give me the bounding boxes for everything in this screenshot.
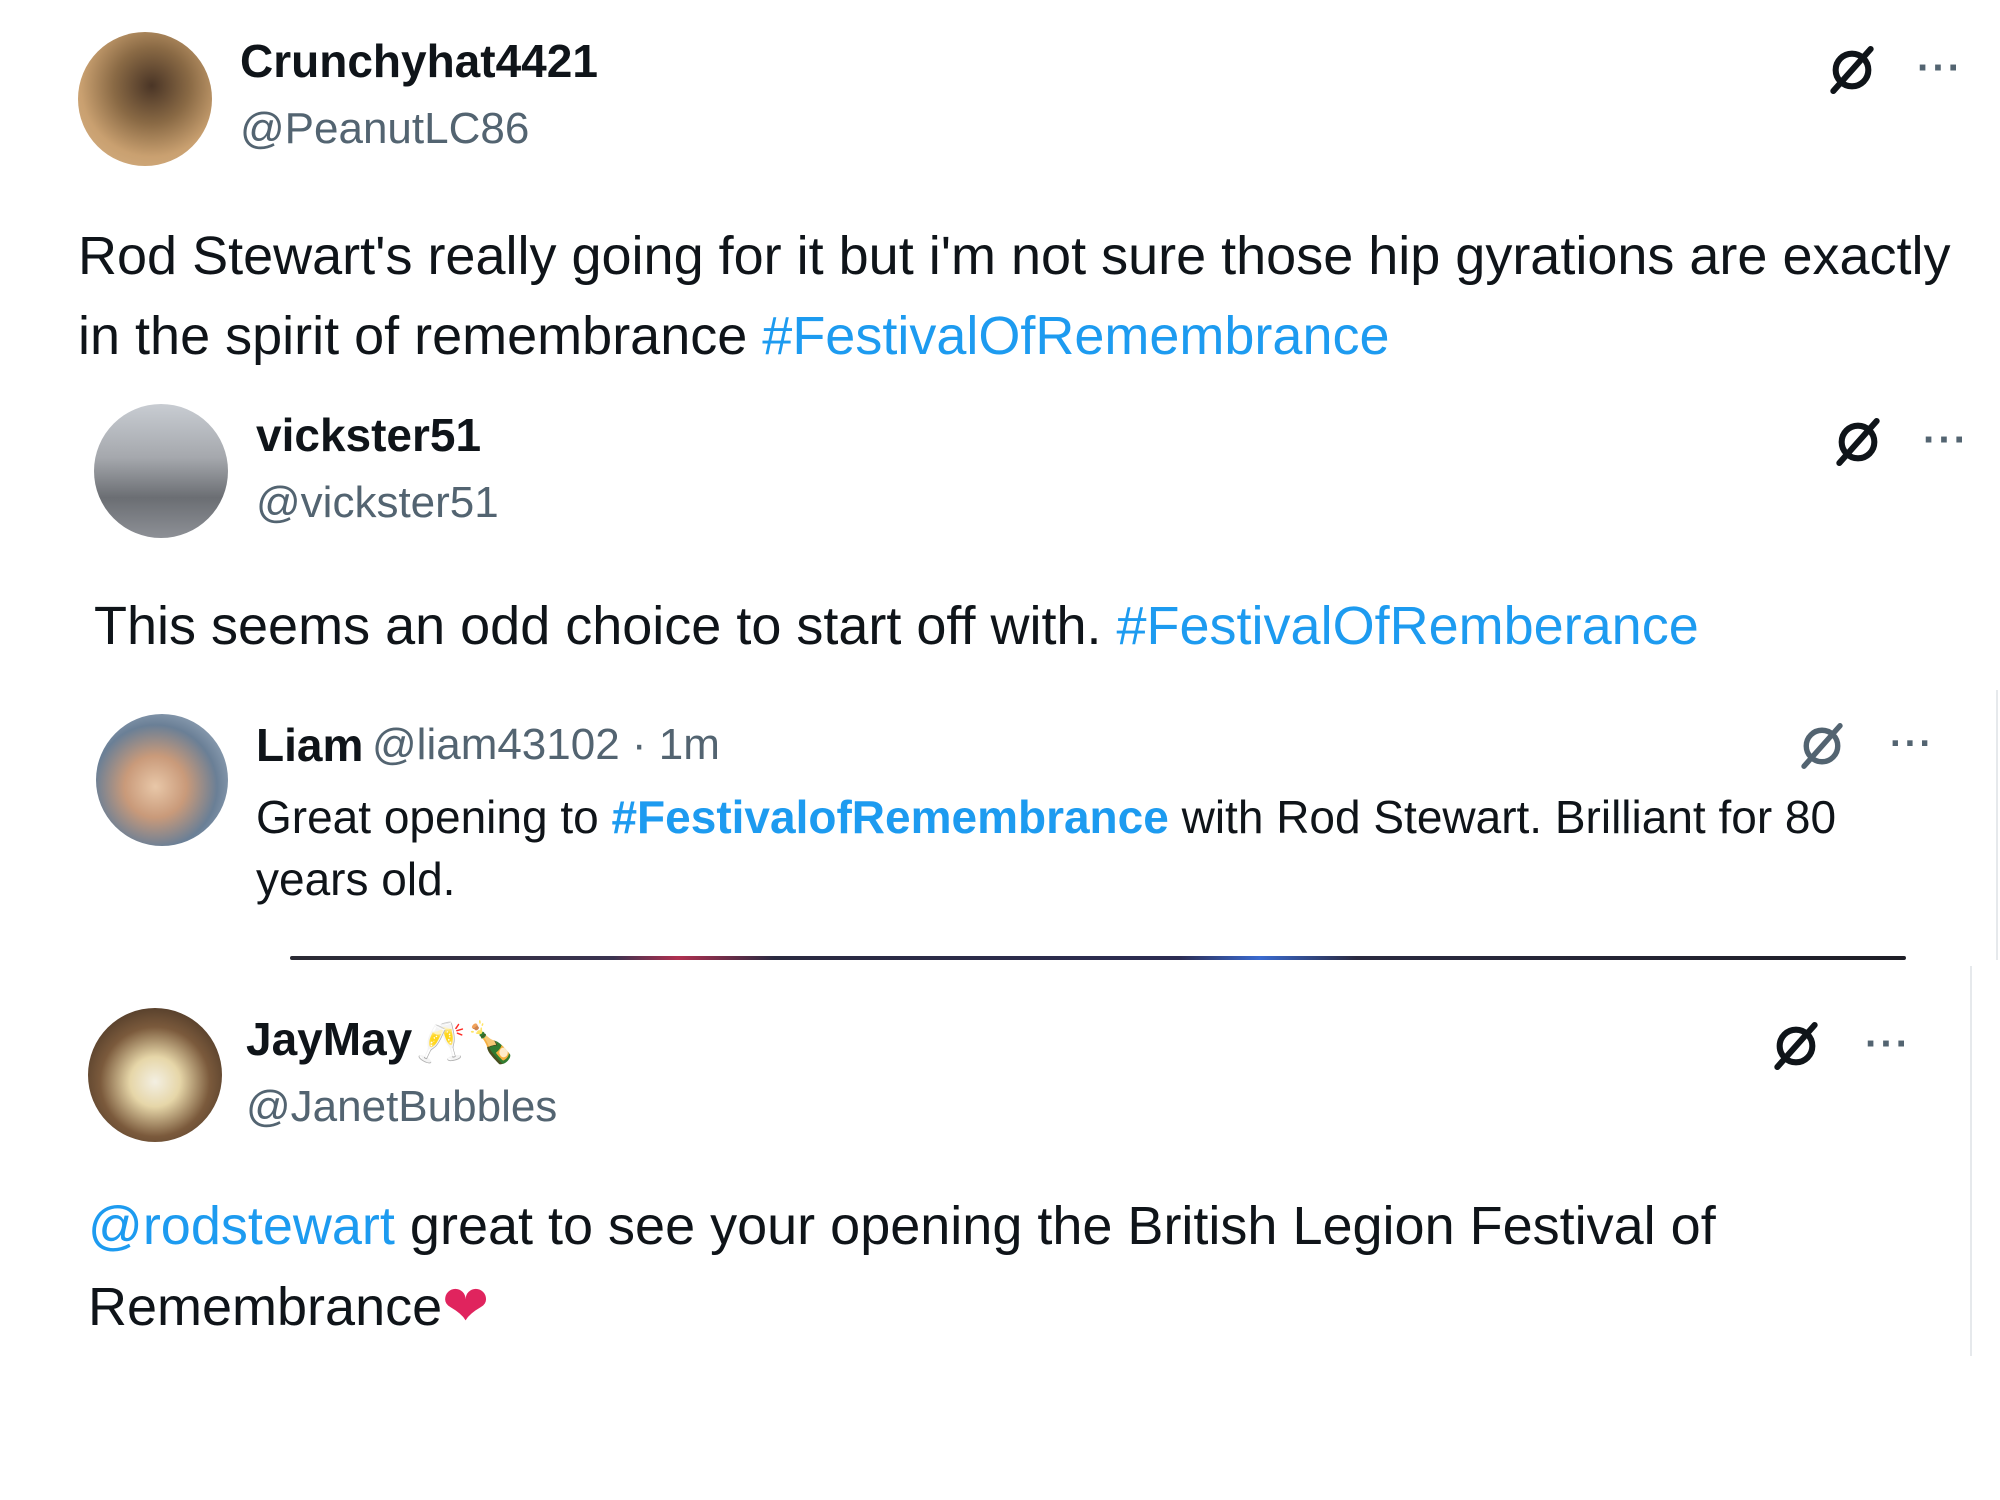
post-text-before: Great opening to xyxy=(256,791,612,843)
display-name[interactable]: Crunchyhat4421 xyxy=(240,34,598,88)
avatar[interactable] xyxy=(78,32,212,166)
divider xyxy=(1970,966,1972,1356)
hashtag-link[interactable]: #FestivalOfRemberance xyxy=(1117,596,1699,656)
post-body: This seems an odd choice to start off wi… xyxy=(94,588,1974,664)
more-icon[interactable]: ··· xyxy=(1856,1016,1920,1072)
grok-icon[interactable] xyxy=(1820,38,1884,102)
grok-icon[interactable] xyxy=(1826,410,1890,474)
user-handle[interactable]: @JanetBubbles xyxy=(246,1082,557,1132)
champagne-emoji: 🥂🍾 xyxy=(416,1021,516,1066)
display-name-text: JayMay xyxy=(246,1013,413,1065)
avatar[interactable] xyxy=(94,404,228,538)
more-icon[interactable]: ··· xyxy=(1880,716,1944,772)
more-icon[interactable]: ··· xyxy=(1914,412,1978,468)
user-handle[interactable]: @PeanutLC86 xyxy=(240,104,529,154)
divider xyxy=(1996,690,1998,960)
post-text: This seems an odd choice to start off wi… xyxy=(94,596,1117,656)
heart-emoji: ❤ xyxy=(442,1274,490,1337)
post-body: Rod Stewart's really going for it but i'… xyxy=(78,216,1958,376)
display-name[interactable]: vickster51 xyxy=(256,408,481,462)
more-icon[interactable]: ··· xyxy=(1908,40,1972,96)
grok-icon[interactable] xyxy=(1790,714,1854,778)
hashtag-link[interactable]: #FestivalofRemembrance xyxy=(611,791,1168,843)
divider xyxy=(290,956,1906,960)
avatar[interactable] xyxy=(96,714,228,846)
post-body: @rodstewart great to see your opening th… xyxy=(88,1186,1878,1347)
user-handle[interactable]: @vickster51 xyxy=(256,478,499,528)
grok-icon[interactable] xyxy=(1764,1014,1828,1078)
user-handle-time[interactable]: @liam43102 · 1m xyxy=(372,720,720,770)
mention-link[interactable]: @rodstewart xyxy=(88,1196,395,1256)
display-name[interactable]: JayMay 🥂🍾 xyxy=(246,1012,516,1066)
hashtag-link[interactable]: #FestivalOfRemembrance xyxy=(762,306,1389,366)
display-name[interactable]: Liam xyxy=(256,718,363,772)
avatar[interactable] xyxy=(88,1008,222,1142)
post-body: Great opening to #FestivalofRemembrance … xyxy=(256,786,1946,910)
